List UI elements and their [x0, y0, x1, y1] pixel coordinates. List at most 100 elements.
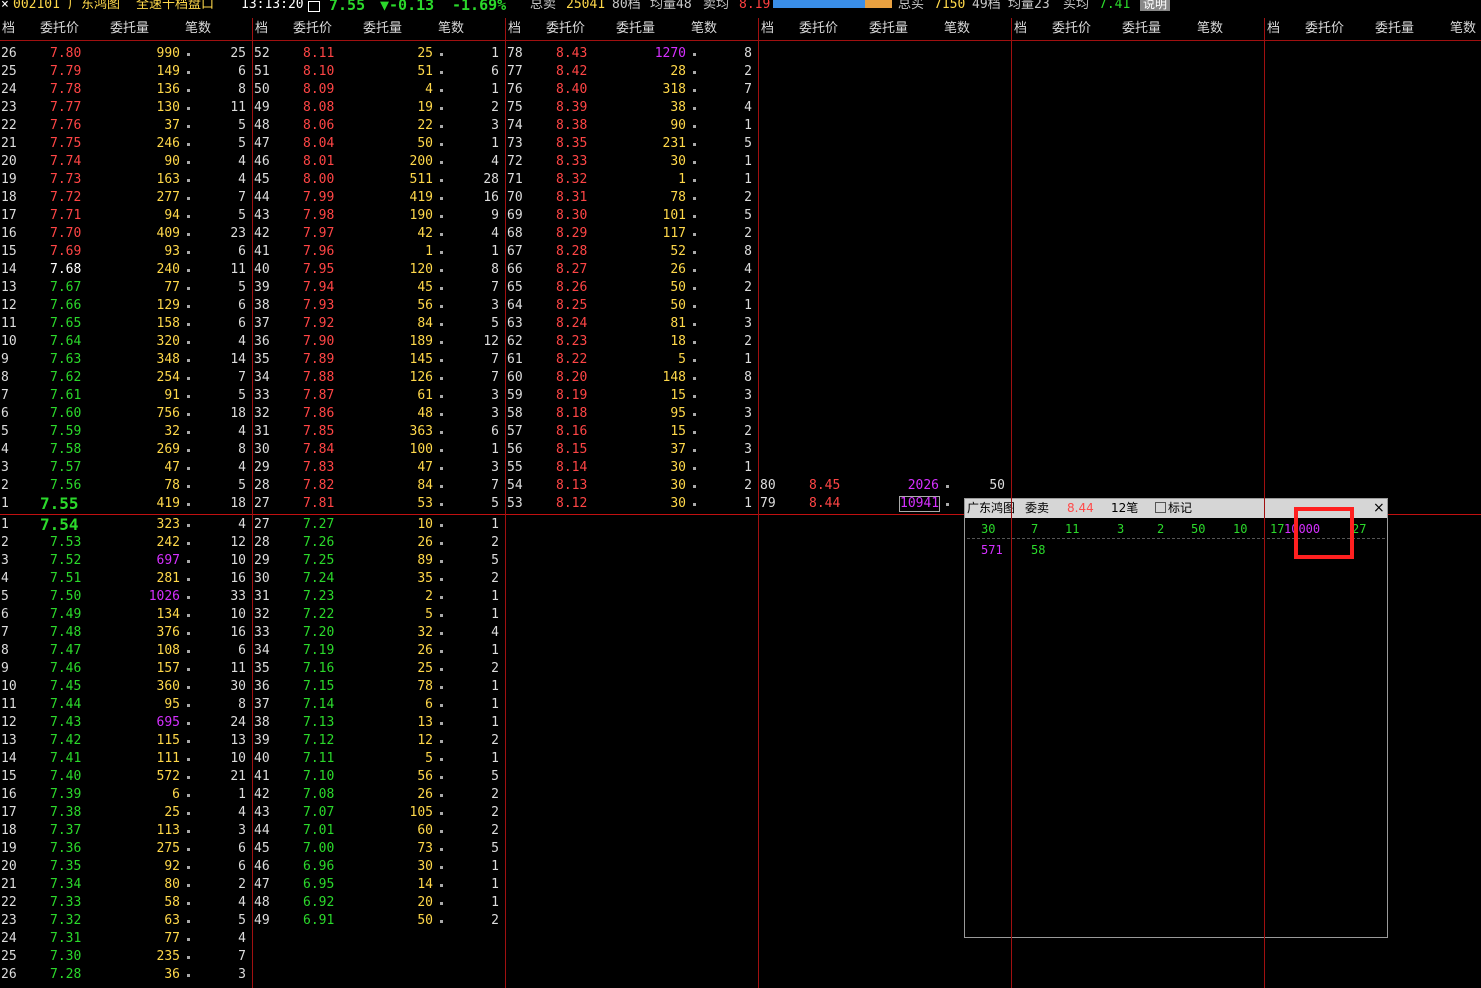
ask-volume[interactable]: 52 — [606, 243, 686, 261]
ask-price[interactable]: 8.13 — [556, 477, 587, 495]
bid-volume[interactable]: 25 — [100, 804, 180, 822]
bid-volume[interactable]: 20 — [353, 894, 433, 912]
ask-volume[interactable]: 269 — [100, 441, 180, 459]
ask-volume[interactable]: 94 — [100, 207, 180, 225]
ask-volume[interactable]: 4 — [353, 81, 433, 99]
ask-volume[interactable]: 90 — [606, 117, 686, 135]
bid-volume[interactable]: 2 — [353, 588, 433, 606]
ask-volume[interactable]: 148 — [606, 369, 686, 387]
ask-volume[interactable]: 91 — [100, 387, 180, 405]
bid-price[interactable]: 7.34 — [50, 876, 81, 894]
ask-price[interactable]: 7.67 — [50, 279, 81, 297]
ask-price[interactable]: 7.86 — [303, 405, 334, 423]
bid-price[interactable]: 7.35 — [50, 858, 81, 876]
ask-volume[interactable]: 45 — [353, 279, 433, 297]
bid-price[interactable]: 6.91 — [303, 912, 334, 930]
bid-price[interactable]: 7.53 — [50, 534, 81, 552]
ask-price[interactable]: 8.42 — [556, 63, 587, 81]
ask-price[interactable]: 7.59 — [50, 423, 81, 441]
bid-volume[interactable]: 13 — [353, 714, 433, 732]
bid-volume[interactable]: 5 — [353, 750, 433, 768]
ask-price[interactable]: 7.92 — [303, 315, 334, 333]
ask-price[interactable]: 8.45 — [809, 477, 840, 495]
bid-price[interactable]: 7.27 — [303, 516, 334, 534]
queue-order[interactable]: 7 — [1031, 520, 1038, 538]
bid-volume[interactable]: 60 — [353, 822, 433, 840]
bid-price[interactable]: 7.11 — [303, 750, 334, 768]
bid-price[interactable]: 7.49 — [50, 606, 81, 624]
bid-volume[interactable]: 25 — [353, 660, 433, 678]
close-icon[interactable]: × — [1, 0, 9, 12]
ask-price[interactable]: 8.29 — [556, 225, 587, 243]
queue-order[interactable]: 571 — [981, 541, 1003, 559]
ask-volume[interactable]: 419 — [100, 495, 180, 513]
ask-volume[interactable]: 189 — [353, 333, 433, 351]
ask-volume[interactable]: 61 — [353, 387, 433, 405]
ask-price[interactable]: 7.79 — [50, 63, 81, 81]
bid-volume[interactable]: 275 — [100, 840, 180, 858]
help-button[interactable]: 说明 — [1140, 0, 1171, 11]
bid-price[interactable]: 7.40 — [50, 768, 81, 786]
ask-price[interactable]: 8.23 — [556, 333, 587, 351]
ask-price[interactable]: 7.89 — [303, 351, 334, 369]
ask-volume[interactable]: 240 — [100, 261, 180, 279]
ask-volume[interactable]: 38 — [606, 99, 686, 117]
ask-price[interactable]: 7.71 — [50, 207, 81, 225]
bid-price[interactable]: 7.15 — [303, 678, 334, 696]
ask-price[interactable]: 8.27 — [556, 261, 587, 279]
bid-price[interactable]: 7.28 — [50, 966, 81, 984]
ask-price[interactable]: 7.65 — [50, 315, 81, 333]
ask-volume[interactable]: 15 — [606, 387, 686, 405]
bid-volume[interactable]: 26 — [353, 642, 433, 660]
ask-price[interactable]: 7.61 — [50, 387, 81, 405]
ask-volume[interactable]: 158 — [100, 315, 180, 333]
ask-price[interactable]: 8.24 — [556, 315, 587, 333]
ask-volume[interactable]: 409 — [100, 225, 180, 243]
ask-volume[interactable]: 95 — [606, 405, 686, 423]
ask-price[interactable]: 7.68 — [50, 261, 81, 279]
ask-volume[interactable]: 93 — [100, 243, 180, 261]
bid-price[interactable]: 7.47 — [50, 642, 81, 660]
ask-price[interactable]: 7.60 — [50, 405, 81, 423]
ask-volume[interactable]: 50 — [353, 135, 433, 153]
bid-volume[interactable]: 6 — [353, 696, 433, 714]
ask-volume[interactable]: 126 — [353, 369, 433, 387]
ask-volume[interactable]: 47 — [100, 459, 180, 477]
ask-price[interactable]: 8.18 — [556, 405, 587, 423]
bid-price[interactable]: 7.50 — [50, 588, 81, 606]
bid-volume[interactable]: 26 — [353, 786, 433, 804]
ask-volume[interactable]: 130 — [100, 99, 180, 117]
ask-volume[interactable]: 53 — [353, 495, 433, 513]
bid-price[interactable]: 7.14 — [303, 696, 334, 714]
bid-volume[interactable]: 242 — [100, 534, 180, 552]
ask-price[interactable]: 7.63 — [50, 351, 81, 369]
bid-price[interactable]: 7.38 — [50, 804, 81, 822]
ask-volume[interactable]: 56 — [353, 297, 433, 315]
ask-price[interactable]: 8.25 — [556, 297, 587, 315]
bid-volume[interactable]: 235 — [100, 948, 180, 966]
bid-volume[interactable]: 36 — [100, 966, 180, 984]
bid-price[interactable]: 7.12 — [303, 732, 334, 750]
bid-price[interactable]: 7.19 — [303, 642, 334, 660]
ask-price[interactable]: 8.00 — [303, 171, 334, 189]
bid-price[interactable]: 7.42 — [50, 732, 81, 750]
ask-volume[interactable]: 129 — [100, 297, 180, 315]
ask-volume[interactable]: 50 — [606, 297, 686, 315]
bid-price[interactable]: 7.26 — [303, 534, 334, 552]
bid-volume[interactable]: 323 — [100, 516, 180, 534]
bid-volume[interactable]: 108 — [100, 642, 180, 660]
ask-volume[interactable]: 30 — [606, 153, 686, 171]
close-icon[interactable]: × — [1373, 499, 1385, 518]
ask-volume[interactable]: 48 — [353, 405, 433, 423]
ask-volume[interactable]: 163 — [100, 171, 180, 189]
ask-price[interactable]: 8.26 — [556, 279, 587, 297]
bid-volume[interactable]: 5 — [353, 606, 433, 624]
bid-volume[interactable]: 77 — [100, 930, 180, 948]
bid-price[interactable]: 7.23 — [303, 588, 334, 606]
bid-volume[interactable]: 32 — [353, 624, 433, 642]
ask-price[interactable]: 8.39 — [556, 99, 587, 117]
ask-price[interactable]: 8.22 — [556, 351, 587, 369]
ask-price[interactable]: 7.74 — [50, 153, 81, 171]
ask-volume[interactable]: 149 — [100, 63, 180, 81]
ask-volume[interactable]: 136 — [100, 81, 180, 99]
